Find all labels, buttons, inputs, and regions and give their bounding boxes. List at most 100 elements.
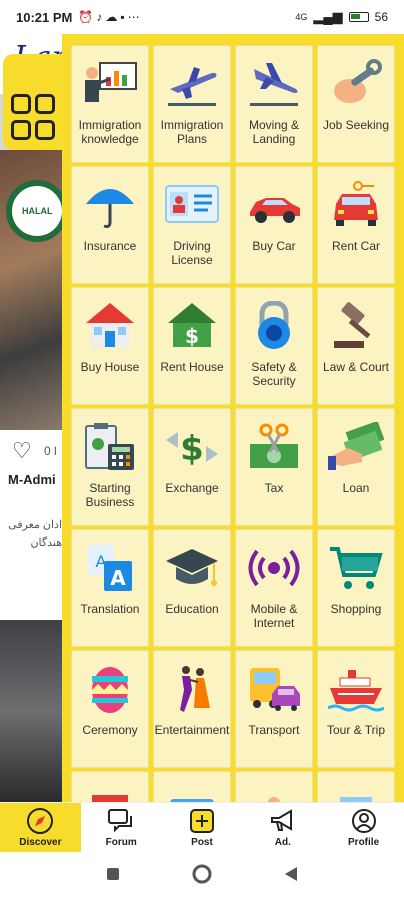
nav-label: Post: [191, 837, 213, 848]
id-card-icon: [163, 179, 221, 231]
home-icon[interactable]: [191, 863, 213, 890]
category-label: Entertainment: [154, 723, 230, 737]
category-loan[interactable]: Loan: [317, 408, 395, 526]
category-partial[interactable]: [71, 771, 149, 802]
recents-icon[interactable]: [105, 866, 121, 887]
airplane-landing-icon: [245, 58, 303, 110]
nav-label: Ad.: [274, 837, 291, 848]
category-driving-license[interactable]: Driving License: [153, 166, 231, 284]
nav-post[interactable]: Post: [162, 803, 243, 852]
category-label: Shopping: [330, 602, 382, 616]
translation-icon: AA: [81, 542, 139, 594]
category-label: Immigration Plans: [160, 118, 224, 146]
category-safety-security[interactable]: Safety & Security: [235, 287, 313, 405]
hand-money-icon: [327, 421, 385, 473]
gavel-icon: [327, 300, 385, 352]
category-label: Law & Court: [322, 360, 390, 374]
car-icon: [245, 179, 303, 231]
compass-icon: [26, 807, 54, 835]
nav-forum[interactable]: Forum: [81, 803, 162, 852]
category-entertainment[interactable]: Entertainment: [153, 650, 231, 768]
house-dollar-icon: $: [163, 300, 221, 352]
category-law-court[interactable]: Law & Court: [317, 287, 395, 405]
broadcast-icon: [245, 542, 303, 594]
category-rent-car[interactable]: Rent Car: [317, 166, 395, 284]
category-ceremony[interactable]: Ceremony: [71, 650, 149, 768]
category-label: Moving & Landing: [248, 118, 300, 146]
nav-label: Profile: [348, 837, 380, 848]
category-tax[interactable]: Tax: [235, 408, 313, 526]
nav-profile[interactable]: Profile: [323, 803, 404, 852]
category-label: Loan: [342, 481, 370, 495]
category-label: Driving License: [171, 239, 213, 267]
category-immigration-plans[interactable]: Immigration Plans: [153, 45, 231, 163]
status-bar: 10:21 PM ⏰♪☁▪⋯ 4G ▂▄▆ 56: [0, 0, 404, 34]
network-icon: 4G: [295, 12, 308, 22]
post-description: ادان معرفی هندگان: [8, 519, 62, 549]
easter-egg-icon: [81, 663, 139, 715]
padlock-icon: [245, 300, 303, 352]
like-count: 0 l: [44, 444, 57, 458]
wrench-hand-icon: [327, 58, 385, 110]
svg-text:A: A: [110, 566, 126, 590]
presentation-icon: [81, 58, 139, 110]
car-key-icon: [327, 179, 385, 231]
category-label: Rent House: [160, 360, 224, 374]
category-job-seeking[interactable]: Job Seeking: [317, 45, 395, 163]
category-partial[interactable]: [153, 771, 231, 802]
megaphone-icon: [269, 807, 297, 835]
chat-icon: [107, 807, 135, 835]
category-rent-house[interactable]: $ Rent House: [153, 287, 231, 405]
category-label: Insurance: [83, 239, 137, 253]
category-icon: [163, 784, 221, 802]
category-label: Transport: [248, 723, 300, 737]
category-partial[interactable]: [317, 771, 395, 802]
dancers-icon: [163, 663, 221, 715]
category-label: Starting Business: [85, 481, 135, 509]
grid-icon: [11, 94, 31, 114]
category-tour-trip[interactable]: Tour & Trip: [317, 650, 395, 768]
category-label: Exchange: [165, 481, 219, 495]
category-icon: [81, 784, 139, 802]
heart-icon[interactable]: ♡: [12, 438, 32, 464]
category-label: Buy House: [80, 360, 140, 374]
post-author: M-Admi: [8, 472, 56, 487]
category-buy-car[interactable]: Buy Car: [235, 166, 313, 284]
nav-ad[interactable]: Ad.: [242, 803, 323, 852]
umbrella-icon: [81, 179, 139, 231]
category-mobile-internet[interactable]: Mobile & Internet: [235, 529, 313, 647]
category-immigration-knowledge[interactable]: Immigration knowledge: [71, 45, 149, 163]
category-drawer: Immigration knowledge Immigration Plans …: [62, 34, 404, 802]
category-moving-landing[interactable]: Moving & Landing: [235, 45, 313, 163]
category-buy-house[interactable]: Buy House: [71, 287, 149, 405]
category-partial[interactable]: [235, 771, 313, 802]
dollar-exchange-icon: $: [163, 421, 221, 473]
category-starting-business[interactable]: Starting Business: [71, 408, 149, 526]
cruise-ship-icon: [327, 663, 385, 715]
halal-badge: HALAL: [6, 180, 62, 242]
category-label: Education: [165, 602, 219, 616]
category-grid: Immigration knowledge Immigration Plans …: [71, 45, 395, 802]
category-transport[interactable]: Transport: [235, 650, 313, 768]
house-icon: [81, 300, 139, 352]
back-icon[interactable]: [283, 865, 299, 888]
category-label: Safety & Security: [251, 360, 297, 388]
svg-text:$: $: [180, 429, 204, 469]
battery-level: 56: [374, 10, 388, 24]
clock: 10:21 PM: [16, 9, 73, 25]
person-icon: [351, 807, 377, 835]
category-shopping[interactable]: Shopping: [317, 529, 395, 647]
plus-square-icon: [189, 807, 215, 835]
post-card: ♡ 0 l M-Admi ادان معرفی هندگان: [0, 430, 62, 620]
nav-label: Forum: [105, 837, 137, 848]
category-education[interactable]: Education: [153, 529, 231, 647]
category-grid-toggle[interactable]: [3, 54, 63, 150]
category-exchange[interactable]: $ Exchange: [153, 408, 231, 526]
category-icon: [245, 784, 303, 802]
battery-icon: [348, 12, 369, 22]
category-label: Rent Car: [331, 239, 381, 253]
category-label: Buy Car: [252, 239, 296, 253]
category-translation[interactable]: AA Translation: [71, 529, 149, 647]
nav-discover[interactable]: Discover: [0, 803, 81, 852]
category-insurance[interactable]: Insurance: [71, 166, 149, 284]
